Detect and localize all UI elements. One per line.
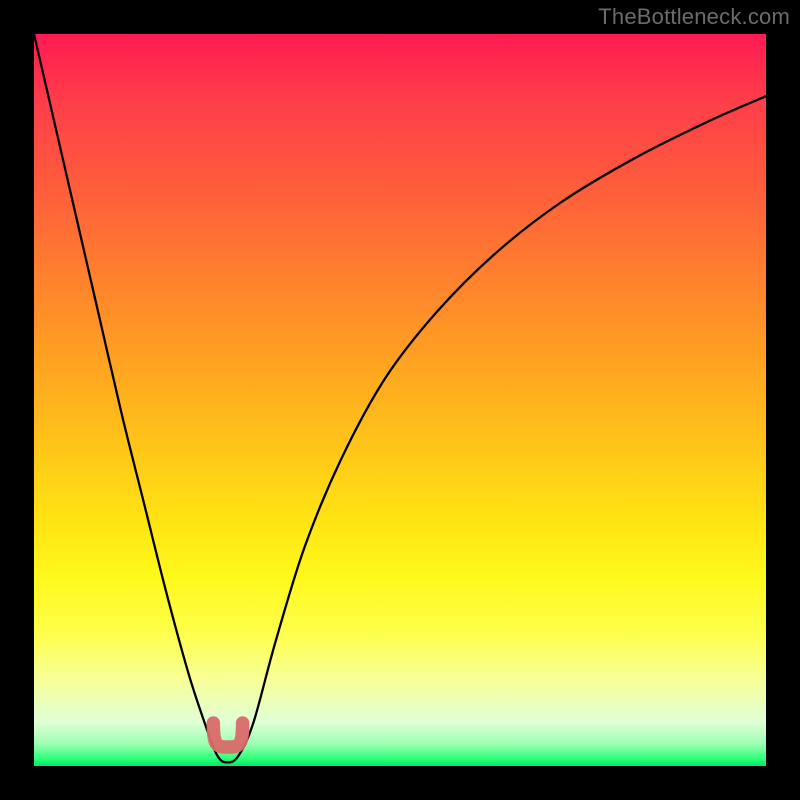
curve-overlay [34,34,766,766]
bottleneck-curve [34,34,766,762]
plot-area [34,34,766,766]
optimal-marker [213,723,242,747]
watermark-label: TheBottleneck.com [598,4,790,30]
chart-frame: TheBottleneck.com [0,0,800,800]
